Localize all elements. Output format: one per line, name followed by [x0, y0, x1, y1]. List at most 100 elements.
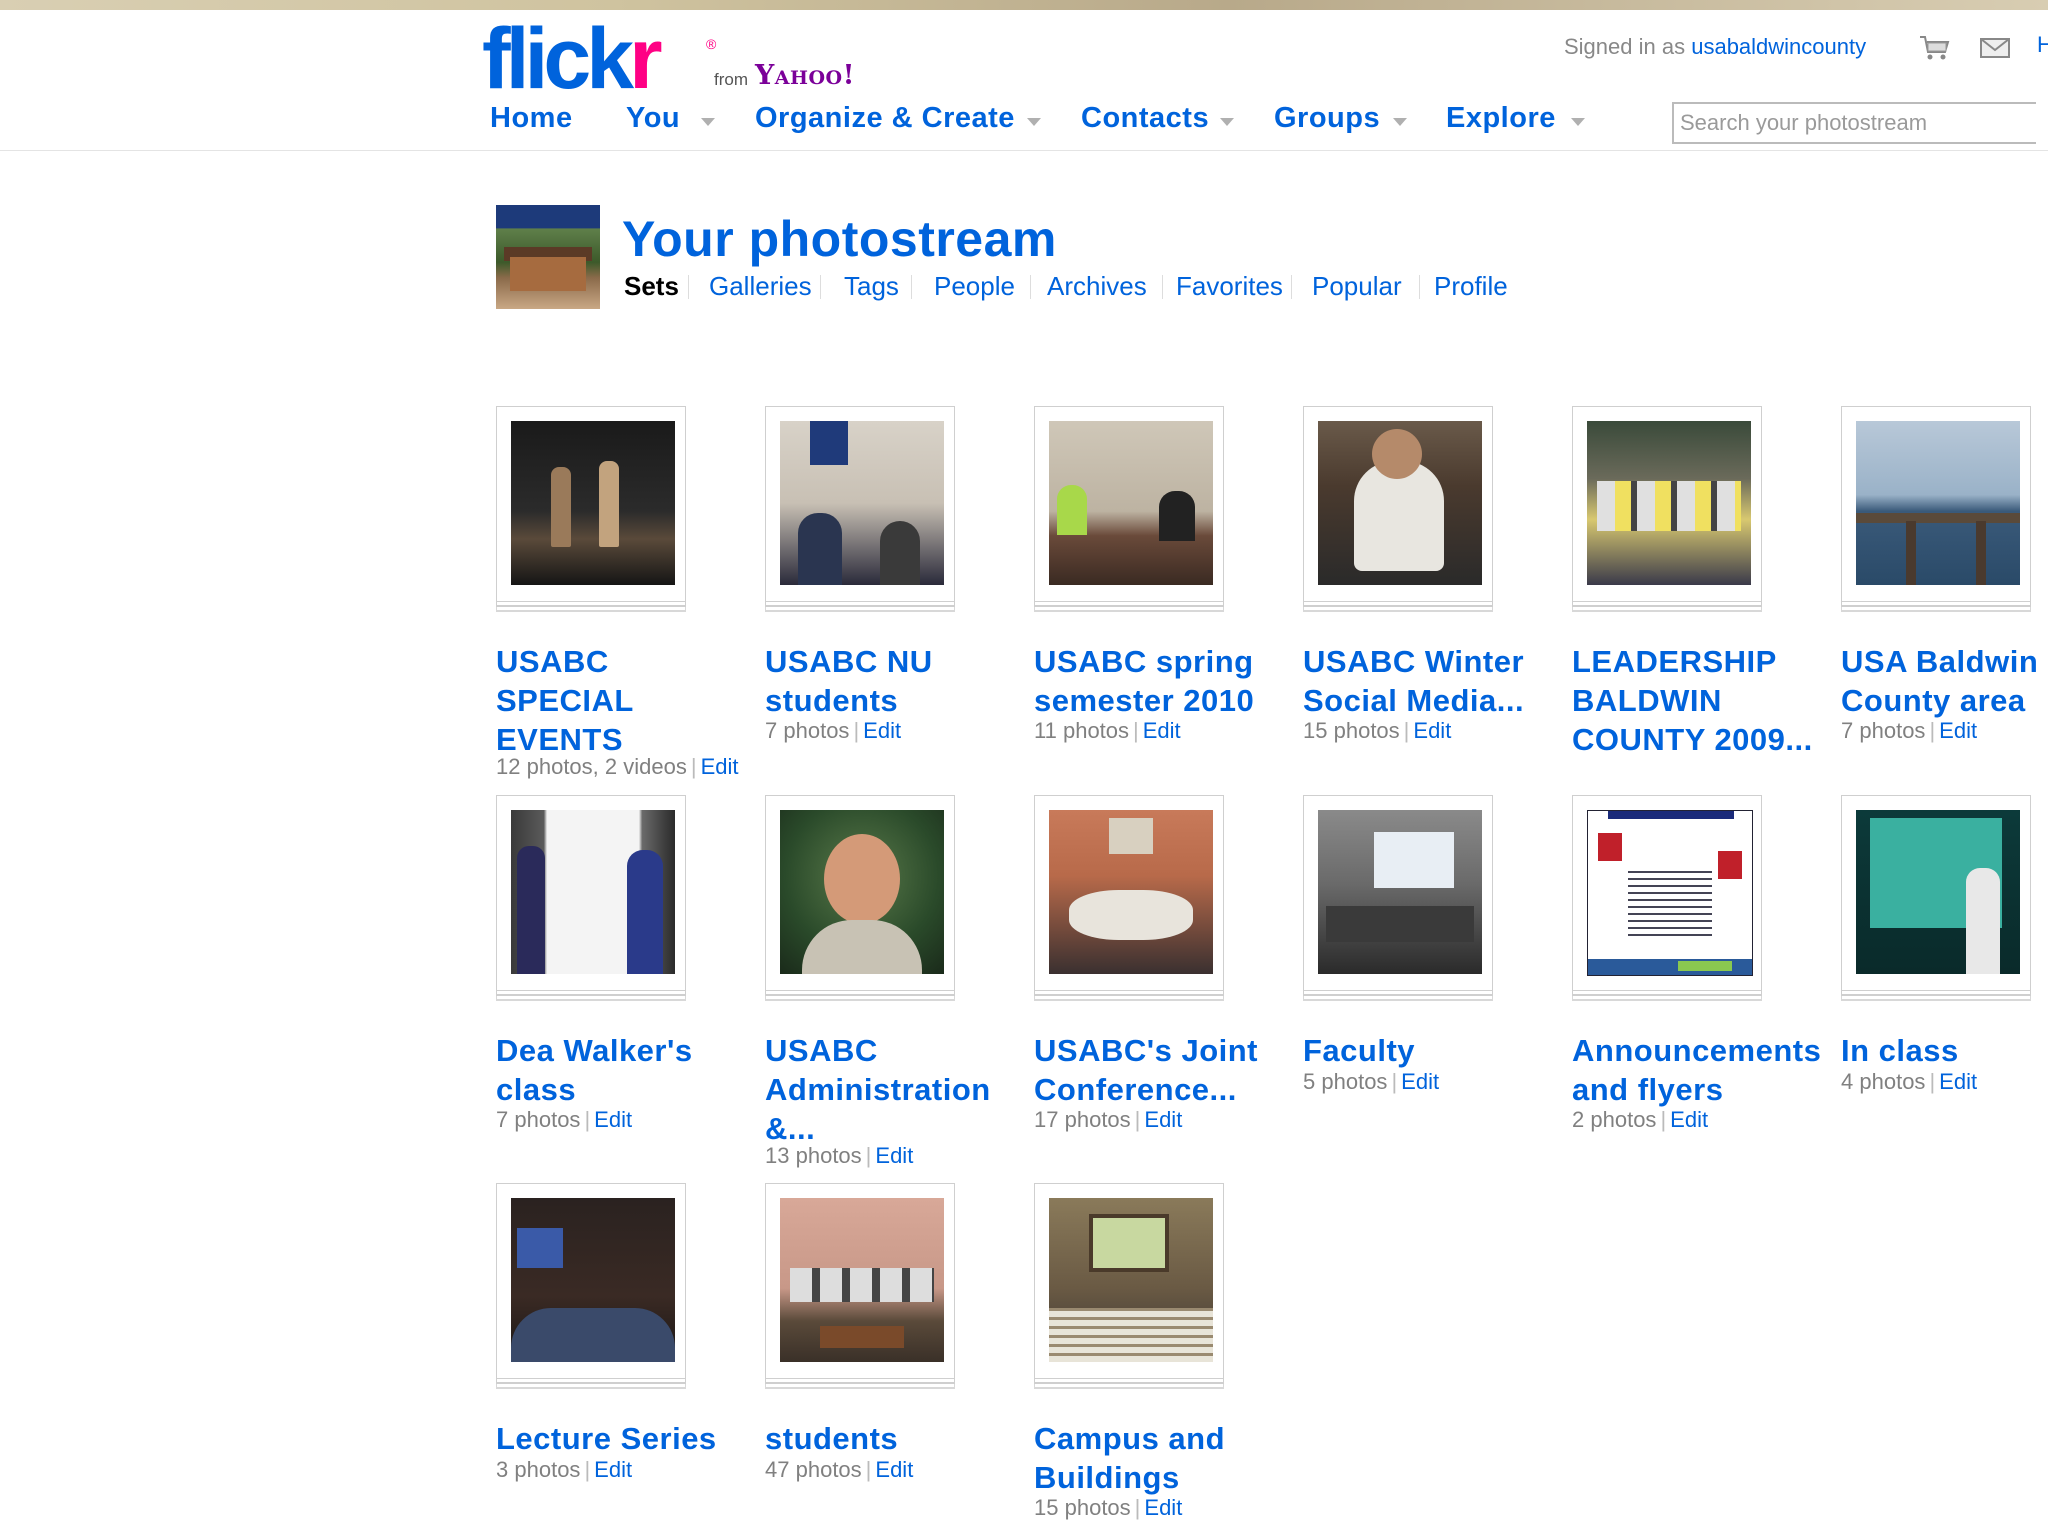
- meta-divider: |: [853, 718, 860, 743]
- meta-divider: |: [584, 1457, 591, 1482]
- signed-in-status: Signed in as usabaldwincounty: [1564, 34, 1866, 60]
- set-thumbnail[interactable]: [496, 1183, 686, 1379]
- set-edit-link[interactable]: Edit: [1401, 1069, 1439, 1094]
- set-meta: 15 photos | Edit: [1303, 718, 1451, 744]
- set-thumbnail[interactable]: [1303, 795, 1493, 991]
- set-photo-unit: photos: [1321, 1069, 1388, 1094]
- subnav-divider: [1162, 275, 1163, 299]
- set-photo-unit: photos: [795, 1457, 862, 1482]
- tab-people[interactable]: People: [934, 271, 1015, 302]
- set-thumbnail[interactable]: [765, 795, 955, 991]
- set-title[interactable]: USABC Winter Social Media...: [1303, 642, 1551, 720]
- set-thumb-image: [511, 1198, 675, 1362]
- set-thumbnail[interactable]: [1034, 795, 1224, 991]
- account-buddy-icon[interactable]: [496, 205, 600, 309]
- set-thumbnail[interactable]: [1303, 406, 1493, 602]
- nav-explore-chevron-down-icon[interactable]: [1571, 118, 1585, 126]
- set-edit-link[interactable]: Edit: [1413, 718, 1451, 743]
- set-photo-count: 17: [1034, 1107, 1059, 1132]
- set-title[interactable]: USABC Administration &...: [765, 1031, 1013, 1148]
- nav-groups[interactable]: Groups: [1274, 102, 1380, 135]
- set-edit-link[interactable]: Edit: [1670, 1107, 1708, 1132]
- set-meta: 12 photos, 2 videos | Edit: [496, 754, 739, 780]
- set-photo-unit: photos: [1064, 1495, 1131, 1520]
- set-edit-link[interactable]: Edit: [1144, 1107, 1182, 1132]
- set-thumbnail[interactable]: [1034, 406, 1224, 602]
- set-title[interactable]: Faculty: [1303, 1031, 1551, 1070]
- set-title[interactable]: In class: [1841, 1031, 2048, 1070]
- nav-explore[interactable]: Explore: [1446, 102, 1556, 135]
- set-edit-link[interactable]: Edit: [1939, 1069, 1977, 1094]
- set-photo-unit: photos,: [526, 754, 599, 779]
- nav-contacts-chevron-down-icon[interactable]: [1220, 118, 1234, 126]
- set-edit-link[interactable]: Edit: [875, 1143, 913, 1168]
- set-edit-link[interactable]: Edit: [594, 1457, 632, 1482]
- tab-archives[interactable]: Archives: [1047, 271, 1147, 302]
- nav-you-chevron-down-icon[interactable]: [701, 118, 715, 126]
- nav-organize-create[interactable]: Organize & Create: [755, 102, 1015, 135]
- set-title[interactable]: USABC SPECIAL EVENTS: [496, 642, 744, 759]
- set-edit-link[interactable]: Edit: [1143, 718, 1181, 743]
- logo-wordmark: flickr: [482, 14, 663, 104]
- meta-divider: |: [1391, 1069, 1398, 1094]
- set-title[interactable]: Dea Walker's class: [496, 1031, 744, 1109]
- search-input[interactable]: [1672, 102, 2036, 144]
- set-photo-unit: photos: [1590, 1107, 1657, 1132]
- set-photo-count: 3: [496, 1457, 509, 1482]
- set-thumbnail[interactable]: [765, 1183, 955, 1379]
- nav-organize-chevron-down-icon[interactable]: [1027, 118, 1041, 126]
- tab-tags[interactable]: Tags: [844, 271, 899, 302]
- set-edit-link[interactable]: Edit: [1939, 718, 1977, 743]
- set-title[interactable]: Campus and Buildings: [1034, 1419, 1282, 1497]
- tab-profile[interactable]: Profile: [1434, 271, 1508, 302]
- meta-divider: |: [1134, 1107, 1141, 1132]
- set-photo-count: 7: [496, 1107, 509, 1132]
- nav-home[interactable]: Home: [490, 102, 573, 135]
- cart-icon[interactable]: [1918, 34, 1952, 62]
- set-title[interactable]: USABC spring semester 2010: [1034, 642, 1282, 720]
- set-thumb-image: [1856, 421, 2020, 585]
- set-photo-count: 12: [496, 754, 521, 779]
- meta-divider: |: [584, 1107, 591, 1132]
- meta-divider: |: [1929, 718, 1936, 743]
- mail-icon[interactable]: [1978, 34, 2012, 62]
- set-title[interactable]: USABC NU students: [765, 642, 1013, 720]
- set-thumb-image: [1856, 810, 2020, 974]
- tab-popular[interactable]: Popular: [1312, 271, 1402, 302]
- nav-you[interactable]: You: [626, 102, 680, 135]
- signed-in-username[interactable]: usabaldwincounty: [1691, 34, 1866, 59]
- set-title[interactable]: USABC's Joint Conference...: [1034, 1031, 1282, 1109]
- set-edit-link[interactable]: Edit: [594, 1107, 632, 1132]
- set-thumbnail[interactable]: [496, 795, 686, 991]
- set-thumb-image: [1587, 810, 1753, 976]
- set-thumbnail[interactable]: [1841, 406, 2031, 602]
- set-title[interactable]: Lecture Series: [496, 1419, 744, 1458]
- set-edit-link[interactable]: Edit: [875, 1457, 913, 1482]
- tab-favorites[interactable]: Favorites: [1176, 271, 1283, 302]
- meta-divider: |: [1403, 718, 1410, 743]
- set-title[interactable]: USA Baldwin County area: [1841, 642, 2048, 720]
- set-thumbnail[interactable]: [1572, 406, 1762, 602]
- set-title[interactable]: students: [765, 1419, 1013, 1458]
- set-thumbnail[interactable]: [765, 406, 955, 602]
- set-title[interactable]: Announcements and flyers: [1572, 1031, 1821, 1109]
- set-thumbnail[interactable]: [1841, 795, 2031, 991]
- tab-galleries[interactable]: Galleries: [709, 271, 812, 302]
- set-edit-link[interactable]: Edit: [863, 718, 901, 743]
- header-overflow-link[interactable]: H: [2037, 32, 2048, 58]
- tab-sets[interactable]: Sets: [624, 271, 679, 302]
- set-photo-count: 7: [1841, 718, 1854, 743]
- nav-groups-chevron-down-icon[interactable]: [1393, 118, 1407, 126]
- set-edit-link[interactable]: Edit: [1144, 1495, 1182, 1520]
- set-edit-link[interactable]: Edit: [701, 754, 739, 779]
- set-thumbnail[interactable]: [1034, 1183, 1224, 1379]
- set-photo-unit: photos: [1859, 718, 1926, 743]
- set-thumbnail[interactable]: [1572, 795, 1762, 991]
- nav-contacts[interactable]: Contacts: [1081, 102, 1209, 135]
- site-header: flickr ® from Yahoo! Signed in as usabal…: [0, 10, 2048, 151]
- set-title[interactable]: LEADERSHIP BALDWIN COUNTY 2009...: [1572, 642, 1820, 759]
- page-title[interactable]: Your photostream: [622, 210, 1057, 268]
- set-thumb-image: [511, 421, 675, 585]
- set-photo-unit: photos: [795, 1143, 862, 1168]
- set-thumbnail[interactable]: [496, 406, 686, 602]
